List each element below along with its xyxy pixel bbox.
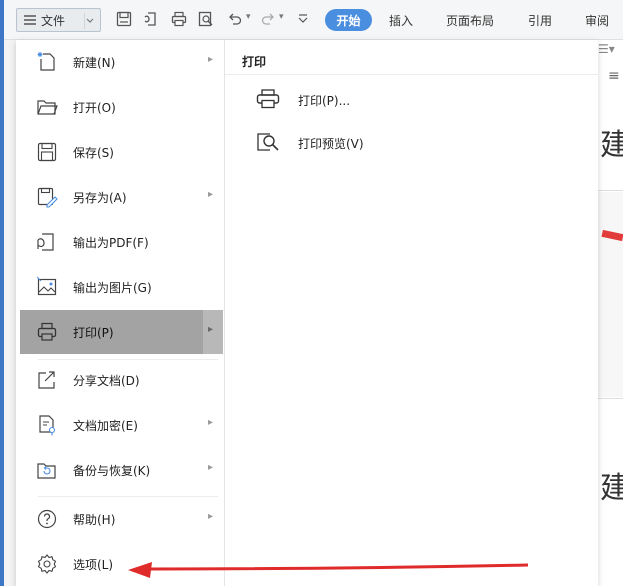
menu-item-label: 输出为PDF(F) [73,236,149,250]
redo-dropdown-icon[interactable]: ▾ [279,12,284,22]
open-folder-icon [36,96,58,118]
submenu-arrow-icon: ▸ [207,511,213,522]
export-image-icon [36,276,58,298]
menu-item-label: 打开(O) [73,101,116,115]
document-divider [598,190,623,191]
paragraph-align-icon: ≡ [608,68,620,84]
tab-page-layout[interactable]: 页面布局 [446,12,494,29]
menu-item-save[interactable]: 保存(S) [20,130,223,174]
menu-item-help[interactable]: 帮助(H) ▸ [20,497,223,541]
menu-item-label: 帮助(H) [73,513,116,527]
document-text: 建 [600,128,623,163]
submenu-arrow-icon: ▸ [207,417,213,428]
gear-icon [36,553,58,575]
menu-item-label: 备份与恢复(K) [73,464,151,478]
image-red-arrow [601,229,623,242]
menu-item-export-pdf[interactable]: 输出为PDF(F) [20,220,223,264]
print-icon[interactable] [170,10,188,28]
submenu-item-label: 打印(P)... [298,94,351,108]
menu-item-backup[interactable]: 备份与恢复(K) ▸ [20,448,223,492]
menu-item-export-image[interactable]: 输出为图片(G) [20,265,223,309]
new-document-icon [36,51,58,73]
submenu-title: 打印 [242,55,267,69]
chevron-down-icon [84,11,96,31]
export-pdf-icon [36,231,58,253]
menu-item-label: 分享文档(D) [73,374,140,388]
menu-item-label: 新建(N) [73,56,116,70]
save-icon[interactable] [115,10,133,28]
tab-review[interactable]: 审阅 [585,12,609,29]
menu-item-label: 选项(L) [73,558,114,572]
menu-column-separator [224,40,225,586]
hamburger-icon [23,14,37,26]
menu-item-new[interactable]: 新建(N) ▸ [20,40,223,84]
save-icon [36,141,58,163]
tab-references[interactable]: 引用 [528,12,552,29]
window-left-accent [0,0,4,586]
encrypt-icon [36,414,58,436]
submenu-item-label: 打印预览(V) [298,137,364,151]
menu-item-label: 打印(P) [73,326,114,340]
export-pdf-icon[interactable] [142,10,160,28]
tab-insert[interactable]: 插入 [389,12,413,29]
print-icon [255,88,281,110]
ruler-icon: ☰▾ [598,42,615,56]
document-text: 建 [600,471,623,506]
menu-item-label: 输出为图片(G) [73,281,152,295]
menu-item-options[interactable]: 选项(L) [20,542,223,586]
file-menu-button[interactable]: 文件 [16,8,101,32]
submenu-item-print-preview[interactable]: 打印预览(V) [255,127,455,157]
submenu-arrow-area [203,310,223,354]
menu-item-label: 另存为(A) [73,191,127,205]
help-icon [36,508,58,530]
submenu-arrow-icon: ▸ [207,462,213,473]
file-menu-label: 文件 [41,13,66,28]
print-icon [36,321,58,343]
submenu-arrow-icon: ▸ [207,54,213,65]
menu-item-label: 文档加密(E) [73,419,138,433]
menu-item-open[interactable]: 打开(O) [20,85,223,129]
document-divider [598,398,623,399]
document-image [598,192,623,397]
backup-icon [36,459,58,481]
customize-toolbar-icon[interactable] [294,10,312,28]
file-menu: 新建(N) ▸ 打开(O) 保存(S) 另存为(A) ▸ 输出为PDF(F) 输… [16,40,598,586]
submenu-item-print[interactable]: 打印(P)... [255,84,455,114]
submenu-arrow-icon: ▸ [207,189,213,200]
undo-dropdown-icon[interactable]: ▾ [246,12,251,22]
toolbar: 文件 ▾ ▾ 开始 插入 页面布局 引用 审阅 [0,0,623,40]
menu-item-encrypt[interactable]: 文档加密(E) ▸ [20,403,223,447]
undo-icon[interactable] [226,10,244,28]
save-as-icon [36,186,58,208]
menu-item-share[interactable]: 分享文档(D) [20,358,223,402]
print-preview-icon[interactable] [197,10,215,28]
share-icon [36,369,58,391]
menu-item-print[interactable]: 打印(P) ▸ [20,310,223,354]
menu-item-label: 保存(S) [73,146,114,160]
print-preview-icon [255,131,281,153]
file-menu-list: 新建(N) ▸ 打开(O) 保存(S) 另存为(A) ▸ 输出为PDF(F) 输… [16,40,224,586]
redo-icon[interactable] [259,10,277,28]
tab-start[interactable]: 开始 [325,9,372,31]
submenu-arrow-icon: ▸ [207,324,213,335]
submenu-divider [225,74,598,75]
menu-item-save-as[interactable]: 另存为(A) ▸ [20,175,223,219]
